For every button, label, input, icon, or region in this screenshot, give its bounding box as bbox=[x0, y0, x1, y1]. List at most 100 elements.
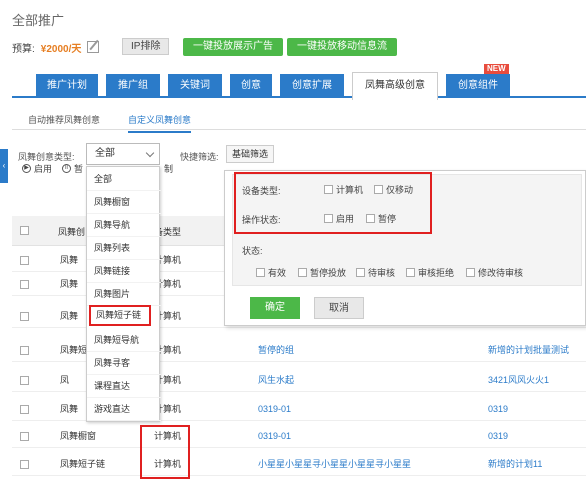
row-plan-link[interactable]: 3421风风火火1 bbox=[488, 368, 549, 392]
device-cells-highlight bbox=[140, 425, 190, 479]
enable-action[interactable]: ▶ 启用 bbox=[22, 162, 52, 175]
dropdown-option[interactable]: 凤舞导航 bbox=[87, 213, 161, 237]
row-plan-link[interactable]: 新增的计划11 bbox=[488, 452, 542, 476]
row-checkbox[interactable] bbox=[20, 312, 29, 323]
dropdown-option[interactable]: 课程直达 bbox=[87, 374, 161, 398]
tab-creative[interactable]: 创意 bbox=[230, 74, 272, 98]
cancel-button[interactable]: 取消 bbox=[314, 297, 364, 319]
row-name: 凤舞 bbox=[60, 311, 79, 321]
checkbox-box bbox=[20, 280, 29, 289]
status-paused-label: 暂停投放 bbox=[310, 268, 347, 278]
tab-creative-extension[interactable]: 创意扩展 bbox=[280, 74, 344, 98]
subtab-auto[interactable]: 自动推荐凤舞创意 bbox=[28, 113, 100, 126]
row-group-link[interactable]: 0319-01 bbox=[258, 424, 291, 448]
row-plan-link[interactable]: 0319 bbox=[488, 397, 508, 421]
pause-icon: ll bbox=[62, 164, 71, 173]
row-checkbox[interactable] bbox=[20, 376, 29, 387]
op-status-label: 操作状态: bbox=[242, 215, 281, 225]
device-type-label: 设备类型: bbox=[242, 186, 281, 196]
row-checkbox[interactable] bbox=[20, 432, 29, 443]
row-name: 凤舞 bbox=[60, 279, 79, 289]
select-all-checkbox[interactable] bbox=[20, 226, 29, 235]
status-valid-checkbox[interactable]: 有效 bbox=[256, 266, 286, 279]
play-icon: ▶ bbox=[22, 164, 31, 173]
dropdown-option[interactable]: 凤舞橱窗 bbox=[87, 190, 161, 214]
row-name: 凤舞短 bbox=[60, 345, 88, 355]
tab-keyword[interactable]: 关键词 bbox=[168, 74, 222, 98]
budget-label: 预算: bbox=[12, 43, 35, 55]
row-group-link[interactable]: 暂停的组 bbox=[258, 338, 294, 362]
basic-filter-button[interactable]: 基础筛选 bbox=[226, 145, 275, 163]
dropdown-option[interactable]: 游戏直达 bbox=[87, 397, 161, 421]
row-checkbox[interactable] bbox=[20, 405, 29, 416]
table-row[interactable]: 凤舞橱窗 计算机 0319-01 0319 bbox=[12, 424, 586, 448]
dropdown-option[interactable]: 凤舞图片 bbox=[87, 282, 161, 306]
dropdown-option[interactable]: 凤舞短子链 bbox=[89, 305, 151, 326]
checkbox-box bbox=[324, 214, 333, 223]
op-enable-checkbox[interactable]: 启用 bbox=[324, 212, 354, 225]
device-mobile-checkbox[interactable]: 仅移动 bbox=[374, 183, 413, 196]
copy-label: 制 bbox=[164, 164, 174, 174]
row-plan-link[interactable]: 新增的计划批量测试 bbox=[488, 338, 569, 362]
status-modify-pending-label: 修改待审核 bbox=[478, 268, 524, 278]
confirm-button[interactable]: 确定 bbox=[250, 297, 300, 319]
page-title: 全部推广 bbox=[12, 13, 65, 28]
type-dropdown-list: 全部 凤舞橱窗 凤舞导航 凤舞列表 凤舞链接 凤舞图片 凤舞短子链 凤舞短导航 凤舞寻客 课程直达… bbox=[86, 166, 161, 422]
collapse-handle[interactable]: ‹ bbox=[0, 149, 8, 183]
checkbox-box bbox=[20, 346, 29, 355]
status-pending-checkbox[interactable]: 待审核 bbox=[356, 266, 395, 279]
display-ads-button[interactable]: 一键投放展示广告 bbox=[183, 38, 283, 56]
tab-creative-component[interactable]: 创意组件 bbox=[446, 74, 510, 98]
row-checkbox[interactable] bbox=[20, 460, 29, 471]
device-pc-checkbox[interactable]: 计算机 bbox=[324, 183, 363, 196]
device-pc-label: 计算机 bbox=[336, 185, 364, 195]
checkbox-box bbox=[356, 268, 365, 277]
copy-action[interactable]: 制 bbox=[164, 162, 173, 175]
dropdown-option[interactable]: 全部 bbox=[87, 167, 161, 191]
new-badge: NEW bbox=[484, 64, 509, 74]
pause-action[interactable]: ll 暂 bbox=[62, 162, 83, 175]
checkbox-box bbox=[20, 376, 29, 385]
table-row[interactable]: 凤舞短子链 计算机 小星星小星星寻小星星小星星寻小星星 新增的计划11 bbox=[12, 452, 586, 476]
op-pause-checkbox[interactable]: 暂停 bbox=[366, 212, 396, 225]
tab-plan[interactable]: 推广计划 bbox=[36, 74, 98, 98]
status-modify-pending-checkbox[interactable]: 修改待审核 bbox=[466, 266, 523, 279]
row-group-link[interactable]: 风生水起 bbox=[258, 368, 294, 392]
status-paused-checkbox[interactable]: 暂停投放 bbox=[298, 266, 346, 279]
row-name: 凤 bbox=[60, 375, 70, 385]
checkbox-box bbox=[466, 268, 475, 277]
subtab-custom[interactable]: 自定义凤舞创意 bbox=[128, 113, 192, 133]
quick-filter-label: 快捷筛选: bbox=[180, 152, 219, 162]
status-valid-label: 有效 bbox=[268, 268, 287, 278]
tab-fengwu-advanced[interactable]: 凤舞高级创意 bbox=[352, 72, 438, 100]
checkbox-box bbox=[406, 268, 415, 277]
op-pause-label: 暂停 bbox=[378, 214, 397, 224]
type-select-value: 全部 bbox=[95, 148, 115, 159]
row-checkbox[interactable] bbox=[20, 280, 29, 291]
dropdown-option[interactable]: 凤舞短导航 bbox=[87, 328, 161, 352]
checkbox-box bbox=[20, 312, 29, 321]
row-checkbox[interactable] bbox=[20, 346, 29, 357]
row-group-link[interactable]: 小星星小星星寻小星星小星星寻小星星 bbox=[258, 452, 411, 476]
device-mobile-label: 仅移动 bbox=[386, 185, 414, 195]
row-name: 凤舞短子链 bbox=[60, 459, 106, 469]
pause-label: 暂 bbox=[74, 164, 84, 174]
dropdown-option[interactable]: 凤舞寻客 bbox=[87, 351, 161, 375]
ip-exclude-button[interactable]: IP排除 bbox=[122, 38, 170, 55]
budget-value: ¥2000/天 bbox=[40, 43, 82, 55]
edit-icon[interactable] bbox=[87, 41, 100, 53]
checkbox-box bbox=[20, 432, 29, 441]
mobile-ads-button[interactable]: 一键投放移动信息流 bbox=[287, 38, 397, 56]
row-group-link[interactable]: 0319-01 bbox=[258, 397, 291, 421]
dropdown-option[interactable]: 凤舞列表 bbox=[87, 236, 161, 260]
status-rejected-checkbox[interactable]: 审核拒绝 bbox=[406, 266, 454, 279]
type-select[interactable]: 全部 bbox=[86, 143, 160, 165]
row-plan-link[interactable]: 0319 bbox=[488, 424, 508, 448]
checkbox-box bbox=[20, 460, 29, 469]
tab-group[interactable]: 推广组 bbox=[106, 74, 160, 98]
row-name: 凤舞橱窗 bbox=[60, 431, 97, 441]
row-checkbox[interactable] bbox=[20, 256, 29, 267]
row-name: 凤舞 bbox=[60, 255, 79, 265]
checkbox-box bbox=[324, 185, 333, 194]
dropdown-option[interactable]: 凤舞链接 bbox=[87, 259, 161, 283]
